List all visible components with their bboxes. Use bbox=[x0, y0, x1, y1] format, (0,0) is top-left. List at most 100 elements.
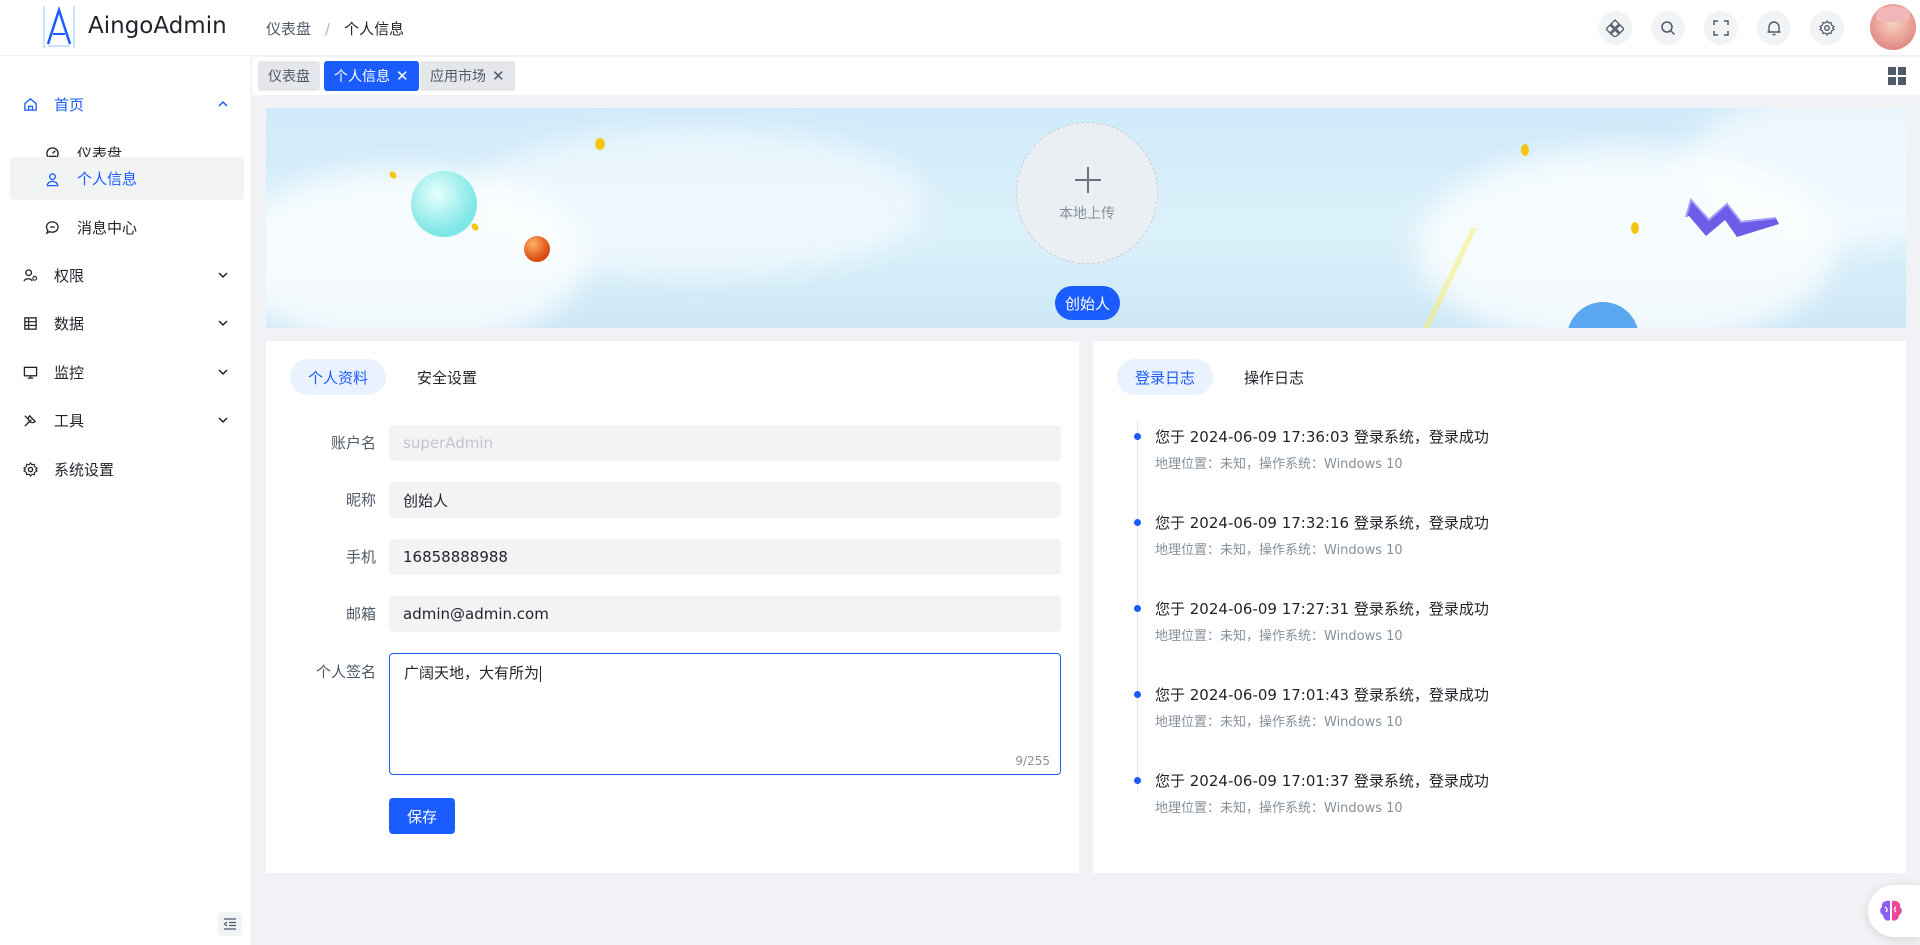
tab-operation-log[interactable]: 操作日志 bbox=[1226, 359, 1322, 395]
app-grid-icon bbox=[1606, 19, 1624, 37]
log-desc: 地理位置：未知，操作系统：Windows 10 bbox=[1155, 715, 1403, 730]
sidebar-item-settings[interactable]: 系统设置 bbox=[10, 447, 244, 491]
text-caret bbox=[540, 665, 542, 682]
log-title: 您于 2024-06-09 17:32:16 登录系统，登录成功 bbox=[1155, 514, 1489, 532]
upload-label: 本地上传 bbox=[1059, 206, 1115, 222]
chevron-down-icon bbox=[218, 369, 228, 376]
nickname-field[interactable]: 创始人 bbox=[389, 482, 1061, 518]
tab-menu-grid-icon[interactable] bbox=[1888, 67, 1906, 85]
sidebar-item-monitor[interactable]: 监控 bbox=[10, 350, 244, 394]
tab-dashboard[interactable]: 仪表盘 bbox=[258, 61, 320, 91]
tab-bar: 仪表盘 个人信息 ✕ 应用市场 ✕ bbox=[252, 57, 1920, 95]
signature-char-count: 9/255 bbox=[1015, 754, 1050, 768]
timeline-dot bbox=[1134, 605, 1141, 612]
search-button[interactable] bbox=[1651, 11, 1685, 45]
app-grid-button[interactable] bbox=[1598, 11, 1632, 45]
collapse-sidebar-button[interactable] bbox=[218, 912, 242, 936]
fullscreen-button[interactable] bbox=[1704, 11, 1738, 45]
phone-field[interactable]: 16858888988 bbox=[389, 539, 1061, 575]
sidebar-item-tools[interactable]: 工具 bbox=[10, 398, 244, 442]
sidebar-item-permission[interactable]: 权限 bbox=[10, 253, 244, 297]
log-card: 登录日志 操作日志 您于 2024-06-09 17:36:03 登录系统，登录… bbox=[1093, 341, 1906, 873]
tab-login-log[interactable]: 登录日志 bbox=[1117, 359, 1214, 395]
signature-textarea[interactable]: 广阔天地，大有所为 9/255 bbox=[389, 653, 1061, 775]
sidebar-item-profile[interactable]: 个人信息 bbox=[10, 157, 244, 200]
breadcrumb-separator: / bbox=[325, 20, 331, 38]
app-name: AingoAdmin bbox=[88, 13, 227, 39]
permission-icon bbox=[22, 267, 38, 283]
log-title: 您于 2024-06-09 17:36:03 登录系统，登录成功 bbox=[1155, 428, 1489, 446]
email-label: 邮箱 bbox=[345, 605, 376, 623]
close-icon[interactable]: ✕ bbox=[492, 67, 505, 85]
log-desc: 地理位置：未知，操作系统：Windows 10 bbox=[1155, 629, 1403, 644]
log-desc: 地理位置：未知，操作系统：Windows 10 bbox=[1155, 457, 1403, 472]
log-desc: 地理位置：未知，操作系统：Windows 10 bbox=[1155, 801, 1403, 816]
chevron-down-icon bbox=[218, 417, 228, 424]
role-badge: 创始人 bbox=[1055, 286, 1121, 320]
save-button[interactable]: 保存 bbox=[389, 798, 456, 834]
sidebar-item-label: 首页 bbox=[54, 95, 85, 114]
tab-security-settings[interactable]: 安全设置 bbox=[399, 359, 495, 395]
sidebar-item-label: 消息中心 bbox=[77, 218, 138, 237]
brain-icon bbox=[1880, 900, 1902, 921]
account-field: superAdmin bbox=[389, 425, 1061, 461]
settings-button[interactable] bbox=[1810, 11, 1844, 45]
timeline-dot bbox=[1134, 519, 1141, 526]
gear-icon bbox=[22, 461, 38, 477]
breadcrumb-dashboard[interactable]: 仪表盘 bbox=[266, 20, 311, 38]
sidebar-item-label: 系统设置 bbox=[54, 460, 115, 479]
timeline-dot bbox=[1134, 433, 1141, 440]
log-title: 您于 2024-06-09 17:01:43 登录系统，登录成功 bbox=[1155, 686, 1489, 704]
log-title: 您于 2024-06-09 17:27:31 登录系统，登录成功 bbox=[1155, 600, 1489, 618]
top-header: AingoAdmin 仪表盘 / 个人信息 bbox=[0, 0, 1920, 56]
timeline-dot bbox=[1134, 777, 1141, 784]
phone-label: 手机 bbox=[345, 548, 376, 566]
tab-label: 仪表盘 bbox=[268, 69, 310, 85]
data-icon bbox=[22, 315, 38, 331]
close-icon[interactable]: ✕ bbox=[396, 67, 409, 85]
chevron-up-icon bbox=[218, 100, 228, 107]
account-label: 账户名 bbox=[330, 434, 376, 452]
sidebar-item-data[interactable]: 数据 bbox=[10, 301, 244, 345]
sidebar-item-label: 权限 bbox=[54, 266, 85, 285]
chevron-down-icon bbox=[218, 272, 228, 279]
menu-fold-icon bbox=[223, 918, 236, 930]
breadcrumb: 仪表盘 / 个人信息 bbox=[266, 18, 404, 39]
monitor-icon bbox=[22, 364, 38, 380]
search-icon bbox=[1661, 21, 1676, 36]
notification-button[interactable] bbox=[1757, 11, 1791, 45]
sidebar-item-home[interactable]: 首页 bbox=[10, 82, 244, 126]
message-icon bbox=[44, 219, 60, 235]
log-title: 您于 2024-06-09 17:01:37 登录系统，登录成功 bbox=[1155, 772, 1489, 790]
tab-app-market[interactable]: 应用市场 ✕ bbox=[420, 61, 515, 91]
avatar-upload[interactable]: 本地上传 bbox=[1016, 122, 1158, 264]
sidebar-item-label: 数据 bbox=[54, 314, 85, 333]
timeline-dot bbox=[1134, 691, 1141, 698]
breadcrumb-current: 个人信息 bbox=[344, 20, 405, 38]
signature-label: 个人签名 bbox=[315, 663, 376, 681]
tool-icon bbox=[22, 412, 38, 428]
email-field[interactable]: admin@admin.com bbox=[389, 596, 1061, 632]
chevron-down-icon bbox=[218, 320, 228, 327]
sidebar-item-label: 工具 bbox=[54, 411, 85, 430]
tab-personal-info[interactable]: 个人资料 bbox=[290, 359, 387, 395]
fullscreen-icon bbox=[1713, 20, 1729, 36]
ai-assistant-button[interactable] bbox=[1868, 885, 1920, 937]
sidebar-item-label: 监控 bbox=[54, 363, 85, 382]
tab-label: 应用市场 bbox=[430, 69, 486, 85]
home-icon bbox=[22, 96, 38, 112]
gear-icon bbox=[1819, 20, 1835, 36]
signature-text: 广阔天地，大有所为 bbox=[404, 664, 540, 682]
tab-profile[interactable]: 个人信息 ✕ bbox=[324, 61, 419, 91]
nickname-label: 昵称 bbox=[345, 491, 376, 509]
sidebar-item-messages[interactable]: 消息中心 bbox=[10, 205, 244, 249]
bell-icon bbox=[1767, 21, 1781, 36]
sidebar: 首页 仪表盘 个人信息 消息中心 权限 数据 监控 工具 系统设置 bbox=[0, 56, 252, 945]
profile-banner: 本地上传 创始人 bbox=[266, 108, 1906, 328]
user-avatar[interactable] bbox=[1870, 4, 1916, 50]
log-desc: 地理位置：未知，操作系统：Windows 10 bbox=[1155, 543, 1403, 558]
user-icon bbox=[44, 171, 60, 187]
tab-label: 个人信息 bbox=[334, 69, 390, 85]
sidebar-item-label: 个人信息 bbox=[77, 170, 138, 188]
app-logo[interactable] bbox=[36, 4, 82, 50]
